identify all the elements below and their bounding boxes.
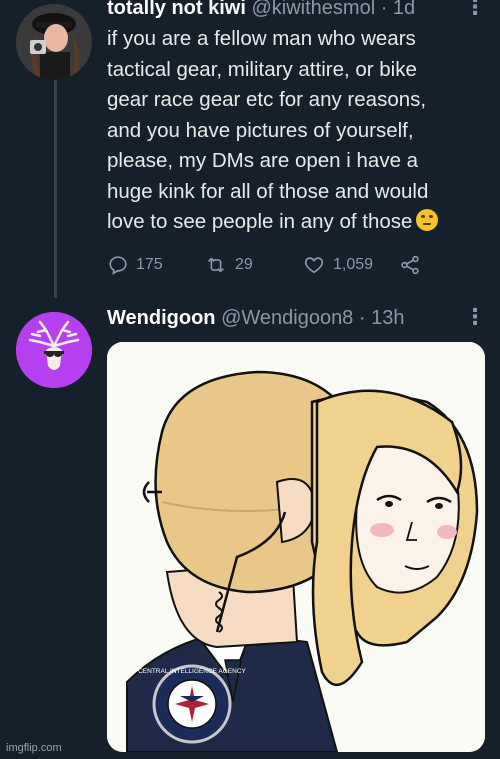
thread-connector-line <box>54 78 57 298</box>
reply-button[interactable]: 175 <box>107 254 163 276</box>
tweet2-media-image[interactable]: CENTRAL INTELLIGENCE AGENCY <box>107 342 485 752</box>
tweet1-text-line: tactical gear, military attire, or bike <box>107 57 417 81</box>
tweet2-time[interactable]: · 13h <box>359 307 405 329</box>
retweet-button[interactable]: 29 <box>204 254 253 276</box>
tweet1-text: if you are a fellow man who wears tactic… <box>107 24 482 238</box>
more-dots-icon[interactable]: ⋮ <box>464 0 486 20</box>
tweet1-text-line: please, my DMs are open i have a <box>107 149 419 172</box>
retweet-icon <box>208 257 224 273</box>
tweet1-display-name[interactable]: totally not kiwi <box>107 0 246 19</box>
tweet1-handle[interactable]: @kiwithesmol <box>251 0 375 19</box>
tweet2-header: Wendigoon @Wendigoon8 · 13h <box>107 307 404 330</box>
like-button[interactable]: 1,059 <box>302 254 373 276</box>
deer-skull-icon <box>16 312 92 388</box>
tweet1-text-line: gear race gear etc for any reasons, <box>107 88 427 111</box>
tweet1-actions: 175 29 1,059 <box>107 254 437 278</box>
reply-icon <box>109 256 127 275</box>
tweet1-text-line: if you are a fellow man who wears <box>107 27 416 50</box>
cia-seal-text: CENTRAL INTELLIGENCE AGENCY <box>138 668 246 675</box>
rolling-eyes-emoji-icon <box>416 209 439 231</box>
tweet1-time[interactable]: · 1d <box>381 0 415 19</box>
tweet2-handle[interactable]: @Wendigoon8 <box>221 307 353 329</box>
tweet1-text-line: love to see people in any of those <box>107 210 413 233</box>
more-dots-icon[interactable]: ⋮ <box>464 304 486 330</box>
tweet1-header: totally not kiwi @kiwithesmol · 1d <box>107 0 415 20</box>
cia-agent-meme-illustration: CENTRAL INTELLIGENCE AGENCY <box>107 342 485 752</box>
avatar-kiwi[interactable] <box>16 4 92 80</box>
avatar-wendigoon[interactable] <box>16 312 92 388</box>
share-icon <box>401 255 419 275</box>
avatar-photo-icon <box>16 4 92 80</box>
retweet-count: 29 <box>235 256 253 273</box>
reply-count: 175 <box>136 256 163 273</box>
heart-icon <box>304 257 324 274</box>
tweet2-display-name[interactable]: Wendigoon <box>107 307 216 329</box>
share-button[interactable] <box>399 254 421 276</box>
imgflip-watermark: imgflip.com <box>6 742 62 754</box>
tweet1-text-line: huge kink for all of those and would <box>107 179 429 203</box>
tweet1-text-line: and you have pictures of yourself, <box>107 118 414 142</box>
like-count: 1,059 <box>333 256 374 273</box>
